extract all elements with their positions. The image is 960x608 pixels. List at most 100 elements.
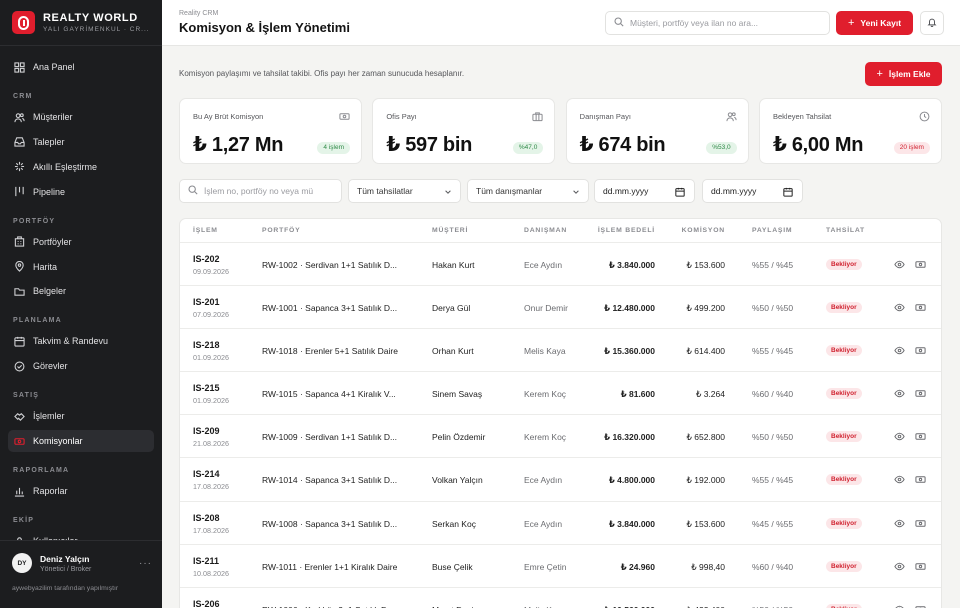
- transaction-id: IS-201: [193, 297, 220, 308]
- brand[interactable]: REALTY WORLD YALI GAYRİMENKUL · CR...: [0, 0, 162, 46]
- card-gross-commission: Bu Ay Brüt Komisyon ₺ 1,27 Mn 4 işlem: [179, 98, 362, 164]
- sidebar-item-label: Raporlar: [33, 486, 68, 497]
- table-row[interactable]: IS-218 01.09.2026 RW-1018 · Erenler 5+1 …: [180, 329, 941, 373]
- payment-icon[interactable]: [915, 518, 926, 529]
- status-badge: Bekliyor: [826, 259, 862, 270]
- payment-icon[interactable]: [915, 388, 926, 399]
- search-icon: [188, 182, 198, 200]
- sidebar-nav: Ana Panel CRM Müşteriler Talepler Akıllı…: [0, 46, 162, 552]
- sidebar-item-musteriler[interactable]: Müşteriler: [0, 106, 154, 128]
- column-header[interactable]: DANIŞMAN: [524, 227, 567, 234]
- table-row[interactable]: IS-209 21.08.2026 RW-1009 · Serdivan 1+1…: [180, 415, 941, 459]
- sidebar-item-gorevler[interactable]: Görevler: [0, 355, 154, 377]
- payment-icon[interactable]: [915, 302, 926, 313]
- sidebar-item-akilli-eslestirme[interactable]: Akıllı Eşleştirme: [0, 156, 154, 178]
- pipeline-icon: [14, 186, 25, 197]
- sidebar-item-belgeler[interactable]: Belgeler: [0, 280, 154, 302]
- eye-icon[interactable]: [894, 561, 905, 572]
- commission-cell: ₺ 499.200: [686, 303, 726, 314]
- users-icon: [14, 112, 25, 123]
- payment-icon[interactable]: [915, 561, 926, 572]
- portfolio-cell: RW-1009 · Serdivan 1+1 Satılık D...: [262, 432, 398, 443]
- global-search-input[interactable]: [630, 18, 820, 28]
- sidebar: REALTY WORLD YALI GAYRİMENKUL · CR... An…: [0, 0, 162, 608]
- sidebar-item-pipeline[interactable]: Pipeline: [0, 181, 154, 203]
- more-options-button[interactable]: ···: [139, 558, 152, 569]
- nav-section-title: PORTFÖY: [13, 217, 56, 225]
- eye-icon[interactable]: [894, 259, 905, 270]
- amount-cell: ₺ 3.840.000: [608, 260, 655, 270]
- payment-icon[interactable]: [915, 431, 926, 442]
- card-value: ₺ 1,27 Mn: [193, 134, 284, 156]
- column-header[interactable]: MÜŞTERİ: [432, 227, 468, 234]
- agent-filter-select[interactable]: Tüm danışmanlar: [467, 179, 589, 203]
- card-pending-collection: Bekleyen Tahsilat ₺ 6,00 Mn 20 işlem: [758, 98, 942, 164]
- briefcase-icon: [532, 109, 543, 122]
- sidebar-item-komisyonlar[interactable]: Komisyonlar: [8, 430, 154, 453]
- banknote-icon: [339, 109, 350, 120]
- status-badge: Bekliyor: [826, 603, 862, 608]
- notifications-button[interactable]: [920, 11, 944, 35]
- payment-icon[interactable]: [915, 259, 926, 270]
- sidebar-item-portfoyler[interactable]: Portföyler: [0, 231, 154, 253]
- avatar[interactable]: DY: [12, 553, 32, 573]
- customer-cell: Buse Çelik: [432, 561, 473, 572]
- sidebar-item-islemler[interactable]: İşlemler: [0, 405, 154, 427]
- share-cell: %45 / %55: [752, 518, 794, 529]
- column-header[interactable]: PORTFÖY: [262, 227, 300, 234]
- table-row[interactable]: IS-208 17.08.2026 RW-1008 · Sapanca 3+1 …: [180, 502, 941, 545]
- sidebar-item-talepler[interactable]: Talepler: [0, 131, 154, 153]
- status-badge: Bekliyor: [826, 560, 862, 572]
- amount-cell: ₺ 81.600: [620, 389, 655, 400]
- eye-icon[interactable]: [894, 302, 905, 313]
- portfolio-cell: RW-1014 · Sapanca 3+1 Satılık D...: [262, 475, 398, 486]
- amount-cell: ₺ 4.800.000: [608, 475, 655, 486]
- transaction-id: IS-208: [193, 512, 220, 523]
- customer-cell: Sinem Savaş: [432, 389, 483, 400]
- column-header[interactable]: İŞLEM BEDELİ: [598, 227, 655, 234]
- payment-icon[interactable]: [915, 345, 926, 356]
- column-header[interactable]: TAHSİLAT: [826, 227, 865, 234]
- calendar-icon: [675, 187, 685, 199]
- column-header[interactable]: KOMİSYON: [682, 227, 725, 234]
- table-header: İŞLEM PORTFÖY MÜŞTERİ DANIŞMAN İŞLEM BED…: [180, 219, 941, 243]
- payment-icon[interactable]: [915, 474, 926, 485]
- sidebar-item-takvim[interactable]: Takvim & Randevu: [0, 330, 154, 352]
- table-row[interactable]: IS-211 10.08.2026 RW-1011 · Erenler 1+1 …: [180, 545, 941, 588]
- collection-filter-select[interactable]: Tüm tahsilatlar: [348, 179, 461, 203]
- table-row[interactable]: IS-214 17.08.2026 RW-1014 · Sapanca 3+1 …: [180, 458, 941, 502]
- eye-icon[interactable]: [894, 518, 905, 529]
- date-from-field[interactable]: dd.mm.yyyy: [594, 179, 695, 203]
- add-transaction-button[interactable]: + İşlem Ekle: [865, 62, 942, 86]
- new-record-button[interactable]: + Yeni Kayıt: [836, 11, 913, 35]
- sidebar-item-label: Belgeler: [33, 286, 67, 297]
- eye-icon[interactable]: [894, 431, 905, 442]
- share-cell: %55 / %45: [752, 475, 794, 486]
- table-row[interactable]: IS-215 01.09.2026 RW-1015 · Sapanca 4+1 …: [180, 372, 941, 416]
- card-value: ₺ 674 bin: [579, 134, 666, 156]
- column-header[interactable]: PAYLAŞIM: [752, 227, 792, 234]
- eye-icon[interactable]: [894, 388, 905, 399]
- commission-cell: ₺ 652.800: [686, 432, 726, 443]
- table-row[interactable]: IS-202 09.09.2026 RW-1002 · Serdivan 1+1…: [180, 243, 941, 287]
- table-row[interactable]: IS-201 07.09.2026 RW-1001 · Sapanca 3+1 …: [180, 286, 941, 330]
- card-pill: %53,0: [706, 142, 737, 154]
- date-from-value: dd.mm.yyyy: [603, 186, 649, 196]
- payment-icon[interactable]: [915, 604, 926, 608]
- sidebar-item-raporlar[interactable]: Raporlar: [0, 480, 154, 502]
- transaction-id: IS-202: [193, 254, 220, 264]
- table-row[interactable]: IS-206 RW-1006 · Kadıköy 2+1 Satılık D..…: [180, 588, 941, 608]
- commission-cell: ₺ 3.264: [695, 389, 725, 400]
- table-search-input[interactable]: [204, 186, 334, 196]
- user-panel: DY Deniz Yalçın Yönetici / Broker ··· ay…: [0, 540, 162, 608]
- card-office-share: Ofis Payı ₺ 597 bin %47,0: [372, 98, 556, 164]
- date-to-field[interactable]: dd.mm.yyyy: [702, 179, 803, 203]
- inbox-icon: [14, 136, 25, 148]
- agent-cell: Kerem Koç: [524, 389, 567, 400]
- eye-icon[interactable]: [894, 604, 905, 608]
- eye-icon[interactable]: [894, 474, 905, 485]
- sidebar-item-ana-panel[interactable]: Ana Panel: [0, 56, 154, 78]
- sidebar-item-harita[interactable]: Harita: [0, 256, 154, 278]
- column-header[interactable]: İŞLEM: [193, 227, 218, 234]
- eye-icon[interactable]: [894, 345, 905, 356]
